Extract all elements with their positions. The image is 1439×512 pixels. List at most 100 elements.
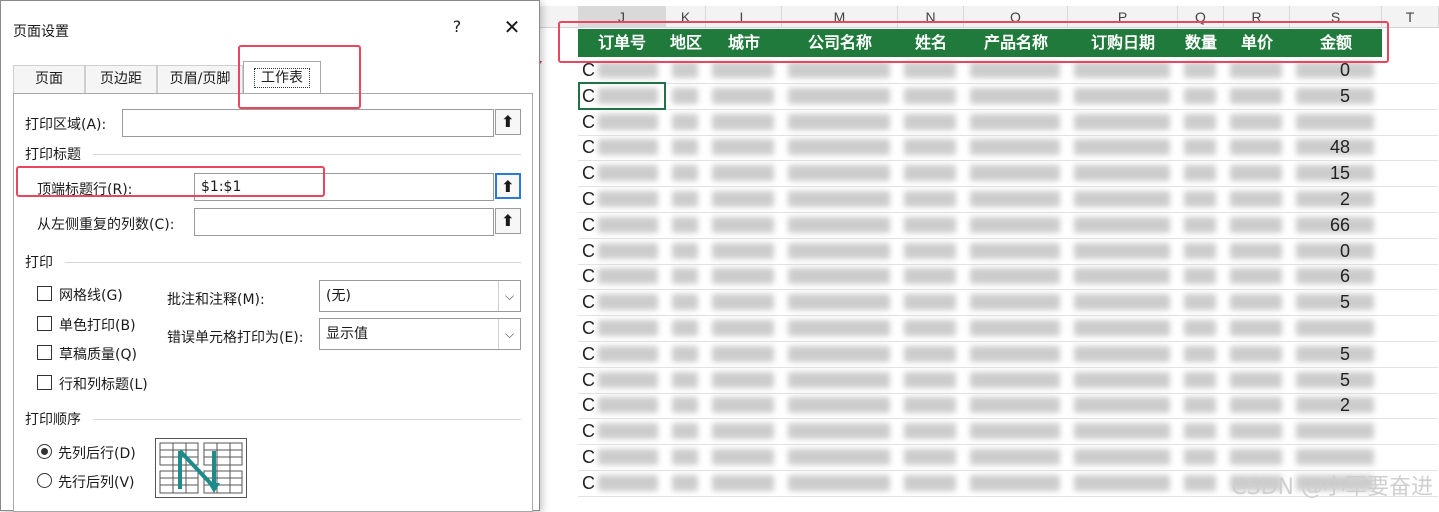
redacted-cell [788,268,890,285]
redacted-cell [1296,345,1374,362]
draft-quality-checkbox[interactable] [37,345,52,360]
order-id-cell[interactable]: C [582,112,595,133]
cols-to-repeat-input[interactable] [194,208,494,236]
column-header-j[interactable]: J [578,6,666,28]
order-id-cell[interactable]: C [582,344,595,365]
tab-sheet[interactable]: 工作表 [243,61,321,94]
column-header-p[interactable]: P [1068,6,1178,28]
table-row[interactable]: C [578,445,1438,471]
header-amount[interactable]: 金额 [1290,29,1382,57]
table-row[interactable]: C2 [578,393,1438,420]
table-row[interactable]: C 48 [578,135,1438,162]
column-header-k[interactable]: K [666,6,706,28]
column-header-o[interactable]: O [964,6,1068,28]
header-name[interactable]: 姓名 [898,29,964,57]
amount-cell[interactable]: 0 [1340,241,1350,262]
column-header-t[interactable]: T [1382,6,1439,28]
print-area-input[interactable] [122,109,494,137]
redacted-cell [1184,345,1216,362]
down-then-over-radio[interactable] [37,444,52,459]
redacted-cell [1296,449,1374,465]
table-row[interactable]: C2 [578,187,1438,213]
active-cell[interactable] [578,82,666,110]
amount-cell[interactable]: 5 [1340,344,1350,365]
amount-cell[interactable]: 5 [1340,292,1350,313]
header-region[interactable]: 地区 [666,29,706,57]
table-row[interactable]: C [578,316,1438,342]
errors-select[interactable]: 显示值 ⌵ [319,318,521,350]
amount-cell[interactable]: 5 [1340,370,1350,391]
table-row[interactable]: C0 [578,239,1438,265]
table-row[interactable]: C [578,110,1438,136]
amount-cell[interactable]: 5 [1340,86,1350,107]
order-id-cell[interactable]: C [582,189,595,210]
tab-header-footer[interactable]: 页眉/页脚 [157,65,243,93]
redacted-cell [1296,294,1374,311]
header-quantity[interactable]: 数量 [1178,29,1224,57]
rows-to-repeat-input[interactable]: $1:$1 [194,173,494,201]
black-white-checkbox[interactable] [37,316,52,331]
print-area-picker-icon[interactable]: ⬆ [495,109,521,135]
order-id-cell[interactable]: C [582,137,595,158]
dialog-titlebar[interactable]: 页面设置 ? ✕ [1,1,541,49]
table-row[interactable]: C0 [578,58,1438,84]
close-icon[interactable]: ✕ [501,15,523,39]
redacted-cell [970,191,1060,207]
column-header-r[interactable]: R [1224,6,1290,28]
help-icon[interactable]: ? [447,17,467,36]
redacted-cell [1230,320,1282,336]
redacted-cell [788,474,890,491]
header-product[interactable]: 产品名称 [964,29,1068,57]
column-header-row: J K L M N O P Q R S T [540,6,1439,28]
column-header-l[interactable]: L [706,6,782,28]
cols-to-repeat-picker-icon[interactable]: ⬆ [495,208,521,234]
table-row[interactable]: C5 [578,84,1438,110]
header-order-id[interactable]: 订单号 [578,29,666,57]
order-id-cell[interactable]: C [582,447,595,468]
order-id-cell[interactable]: C [582,215,595,236]
comments-select[interactable]: (无) ⌵ [319,280,521,312]
table-row[interactable]: C 15 [578,161,1438,188]
amount-cell[interactable]: 0 [1340,60,1350,81]
header-unit-price[interactable]: 单价 [1224,29,1290,57]
header-city[interactable]: 城市 [706,29,782,57]
redacted-cell [904,268,956,285]
header-company[interactable]: 公司名称 [782,29,898,57]
table-row[interactable]: C5 [578,368,1438,394]
order-id-cell[interactable]: C [582,473,595,494]
column-header-n[interactable]: N [898,6,964,28]
amount-cell[interactable]: 2 [1340,189,1350,210]
table-row[interactable]: C5 [578,342,1438,368]
tab-page[interactable]: 页面 [13,65,85,93]
column-header-s[interactable]: S [1290,6,1382,28]
order-id-cell[interactable]: C [582,370,595,391]
order-id-cell[interactable]: C [582,395,595,416]
over-then-down-radio[interactable] [37,473,52,488]
row-col-headings-checkbox[interactable] [37,375,52,390]
amount-cell[interactable]: 66 [1330,215,1350,236]
cols-to-repeat-label: 从左侧重复的列数(C): [37,217,175,233]
order-id-cell[interactable]: C [582,241,595,262]
header-order-date[interactable]: 订购日期 [1068,29,1178,57]
tab-margins[interactable]: 页边距 [85,65,157,93]
column-header-m[interactable]: M [782,6,898,28]
table-row[interactable]: C [578,419,1438,446]
order-id-cell[interactable]: C [582,292,595,313]
order-id-cell[interactable]: C [582,318,595,339]
column-header-q[interactable]: Q [1178,6,1224,28]
amount-cell[interactable]: 48 [1330,137,1350,158]
amount-cell[interactable]: 2 [1340,395,1350,416]
table-row[interactable]: C6 [578,264,1438,291]
rows-to-repeat-picker-icon[interactable]: ⬆ [495,173,521,199]
amount-cell[interactable]: 6 [1340,266,1350,287]
order-id-cell[interactable]: C [582,421,595,442]
order-id-cell[interactable]: C [582,60,595,81]
table-row[interactable]: C5 [578,290,1438,317]
table-row[interactable]: C 66 [578,213,1438,239]
amount-cell[interactable]: 15 [1330,163,1350,184]
order-id-cell[interactable]: C [582,266,595,287]
redacted-cell [712,423,774,440]
gridlines-checkbox[interactable] [37,286,52,301]
order-id-cell[interactable]: C [582,163,595,184]
redacted-cell [712,268,774,285]
